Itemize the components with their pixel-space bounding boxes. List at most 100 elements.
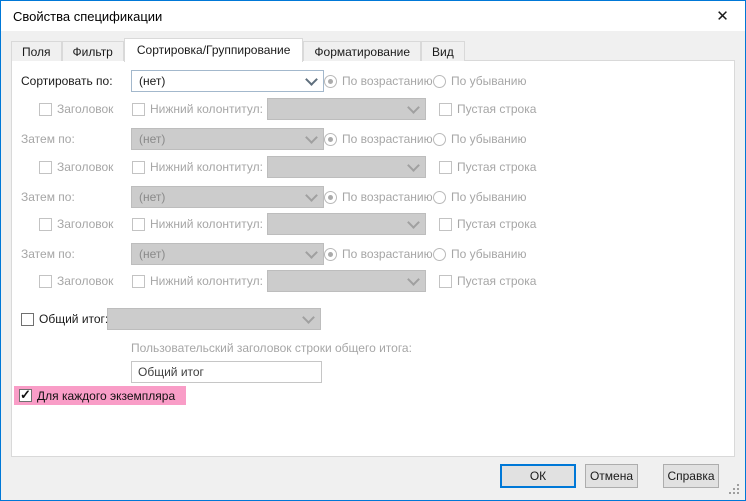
sorting-grouping-panel: Сортировать по: (нет) По возрастанию По …	[11, 60, 735, 457]
blank-line-checkbox: Пустая строка	[439, 274, 536, 288]
footer-checkbox: Нижний колонтитул:	[132, 274, 263, 288]
descending-radio: По убыванию	[433, 132, 527, 146]
chevron-down-icon	[407, 272, 420, 286]
sort-group-2-sub-row: Заголовок Нижний колонтитул: Пустая стро…	[12, 156, 734, 178]
blank-line-label: Пустая строка	[457, 217, 537, 231]
chevron-down-icon	[302, 310, 315, 324]
grand-total-label: Общий итог:	[39, 312, 109, 326]
grand-total-combobox	[107, 308, 321, 330]
close-button[interactable]: ✕	[700, 1, 745, 31]
radio-icon	[433, 190, 446, 204]
footer-combobox	[267, 270, 426, 292]
per-instance-row[interactable]: Для каждого экземпляра	[14, 386, 187, 405]
tab-formatting[interactable]: Форматирование	[303, 41, 421, 61]
tab-sorting-grouping[interactable]: Сортировка/Группирование	[123, 38, 304, 62]
then-by-label: Затем по:	[21, 132, 75, 146]
header-label: Заголовок	[57, 274, 114, 288]
then-by-combobox: (нет)	[131, 128, 324, 150]
sort-group-3-sub-row: Заголовок Нижний колонтитул: Пустая стро…	[12, 213, 734, 235]
checkbox-icon	[39, 160, 52, 174]
tab-appearance[interactable]: Вид	[421, 41, 465, 61]
header-checkbox: Заголовок	[39, 217, 113, 231]
custom-grand-total-title-input[interactable]	[131, 361, 322, 383]
header-label: Заголовок	[57, 160, 114, 174]
header-label: Заголовок	[57, 217, 114, 231]
sort-by-combobox[interactable]: (нет)	[131, 70, 324, 92]
radio-icon	[433, 132, 446, 146]
cancel-button[interactable]: Отмена	[585, 464, 638, 488]
ascending-radio: По возрастанию	[324, 132, 433, 146]
footer-label: Нижний колонтитул:	[150, 102, 263, 116]
tab-label: Поля	[22, 45, 51, 59]
radio-icon	[324, 74, 337, 88]
sort-by-label: Сортировать по:	[21, 74, 113, 88]
sort-group-1-sub-row: Заголовок Нижний колонтитул: Пустая стро…	[12, 98, 734, 120]
checkbox-icon	[439, 217, 452, 231]
grand-total-checkbox[interactable]: Общий итог:	[21, 312, 108, 326]
descending-radio: По убыванию	[433, 190, 527, 204]
window-title: Свойства спецификации	[13, 8, 163, 24]
descending-label: По убыванию	[451, 132, 527, 146]
blank-line-label: Пустая строка	[457, 274, 537, 288]
descending-label: По убыванию	[451, 247, 527, 261]
ascending-radio: По возрастанию	[324, 74, 433, 88]
close-icon: ✕	[716, 8, 729, 25]
footer-combobox	[267, 213, 426, 235]
descending-radio: По убыванию	[433, 74, 527, 88]
radio-icon	[324, 190, 337, 204]
custom-grand-total-title-label: Пользовательский заголовок строки общего…	[131, 341, 412, 355]
chevron-down-icon	[407, 158, 420, 172]
tab-label: Форматирование	[314, 45, 410, 59]
checkbox-icon	[439, 160, 452, 174]
tab-label: Вид	[432, 45, 454, 59]
then-by-combobox: (нет)	[131, 243, 324, 265]
ascending-label: По возрастанию	[342, 190, 433, 204]
ok-button[interactable]: ОК	[500, 464, 576, 488]
checkbox-icon	[132, 102, 145, 116]
help-button[interactable]: Справка	[663, 464, 719, 488]
footer-label: Нижний колонтитул:	[150, 274, 263, 288]
combobox-value: (нет)	[139, 190, 166, 204]
checkbox-icon	[439, 274, 452, 288]
checkbox-icon	[39, 102, 52, 116]
tab-strip: Поля Фильтр Сортировка/Группирование Фор…	[11, 38, 465, 62]
checkbox-icon	[21, 312, 34, 326]
tab-fields[interactable]: Поля	[11, 41, 62, 61]
checkbox-icon	[132, 217, 145, 231]
header-checkbox: Заголовок	[39, 102, 113, 116]
ascending-label: По возрастанию	[342, 247, 433, 261]
then-by-label: Затем по:	[21, 190, 75, 204]
descending-radio: По убыванию	[433, 247, 527, 261]
footer-checkbox: Нижний колонтитул:	[132, 102, 263, 116]
footer-label: Нижний колонтитул:	[150, 160, 263, 174]
checked-checkbox-icon	[19, 387, 32, 403]
radio-icon	[324, 247, 337, 261]
blank-line-label: Пустая строка	[457, 102, 537, 116]
header-checkbox: Заголовок	[39, 274, 113, 288]
combobox-value: (нет)	[139, 132, 166, 146]
sort-group-2-main-row: Затем по: (нет) По возрастанию По убыван…	[12, 128, 734, 150]
combobox-value: (нет)	[139, 247, 166, 261]
schedule-properties-dialog: Свойства спецификации ✕ Поля Фильтр Сорт…	[0, 0, 746, 501]
chevron-down-icon	[407, 215, 420, 229]
footer-checkbox: Нижний колонтитул:	[132, 217, 263, 231]
then-by-label: Затем по:	[21, 247, 75, 261]
blank-line-checkbox: Пустая строка	[439, 217, 536, 231]
chevron-down-icon	[305, 130, 318, 144]
checkbox-icon	[132, 274, 145, 288]
resize-grip-icon[interactable]	[729, 484, 741, 496]
chevron-down-icon	[305, 245, 318, 259]
checkbox-icon	[439, 102, 452, 116]
tab-label: Фильтр	[72, 45, 113, 59]
sort-group-4-sub-row: Заголовок Нижний колонтитул: Пустая стро…	[12, 270, 734, 292]
blank-line-label: Пустая строка	[457, 160, 537, 174]
blank-line-checkbox: Пустая строка	[439, 160, 536, 174]
footer-checkbox: Нижний колонтитул:	[132, 160, 263, 174]
per-instance-label: Для каждого экземпляра	[37, 388, 176, 403]
tab-filter[interactable]: Фильтр	[61, 41, 124, 61]
sort-group-4-main-row: Затем по: (нет) По возрастанию По убыван…	[12, 243, 734, 265]
chevron-down-icon	[305, 188, 318, 202]
ascending-label: По возрастанию	[342, 74, 433, 88]
chevron-down-icon	[305, 72, 318, 86]
header-label: Заголовок	[57, 102, 114, 116]
